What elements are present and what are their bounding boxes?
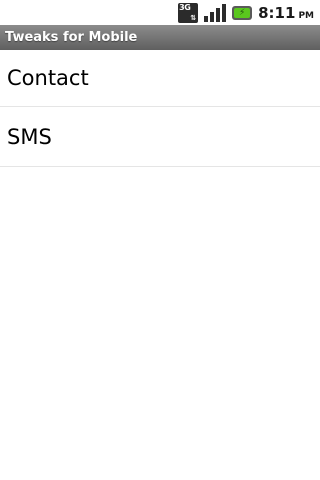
3g-data-icon: 3G ⇅: [178, 2, 199, 23]
list-item-label: Contact: [7, 66, 89, 90]
app-title-bar: Tweaks for Mobile: [0, 25, 320, 50]
signal-strength-icon: [204, 3, 227, 22]
menu-list: Contact SMS: [0, 50, 320, 167]
clock-ampm: PM: [298, 10, 314, 21]
network-type-label: 3G: [179, 2, 191, 12]
status-bar: 3G ⇅ ⚡ 8:11 PM: [0, 0, 320, 25]
status-clock: 8:11 PM: [258, 4, 314, 22]
app-title: Tweaks for Mobile: [5, 30, 138, 45]
list-item-label: SMS: [7, 124, 52, 149]
clock-time: 8:11: [258, 3, 296, 22]
battery-charging-icon: ⚡: [232, 5, 253, 20]
list-item-sms[interactable]: SMS: [0, 107, 320, 167]
list-item-contact[interactable]: Contact: [0, 50, 320, 107]
